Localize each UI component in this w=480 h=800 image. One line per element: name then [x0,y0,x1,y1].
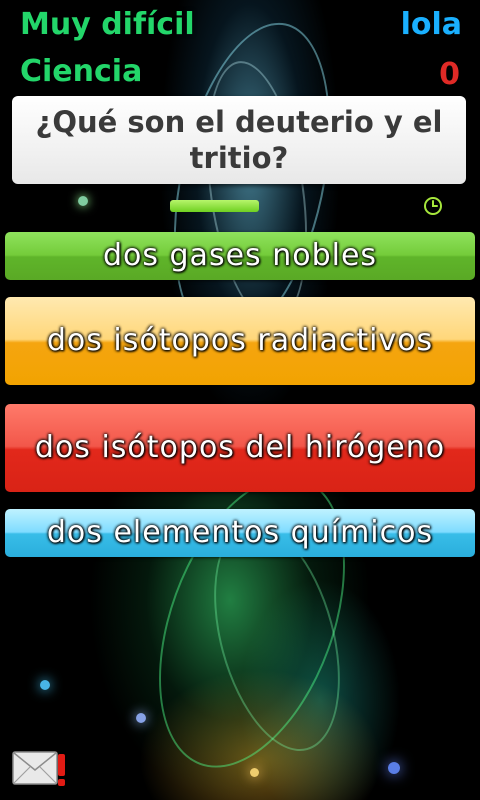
answer-label: dos elementos químicos [46,515,434,550]
question-card: ¿Qué son el deuterio y el tritio? [12,96,466,184]
timer-bar [170,200,259,212]
question-text: ¿Qué son el deuterio y el tritio? [35,105,443,175]
difficulty-label: Muy difícil [20,7,195,42]
answer-label: dos gases nobles [102,238,378,273]
answer-button-2[interactable]: dos isótopos radiactivos [5,297,475,385]
score-value: 0 [439,57,460,92]
answer-button-4[interactable]: dos elementos químicos [5,509,475,557]
answer-label: dos isótopos del hirógeno [34,430,446,465]
mail-alert-icon[interactable] [12,748,68,788]
answer-button-3[interactable]: dos isótopos del hirógeno [5,404,475,492]
answer-label: dos isótopos radiactivos [46,323,434,358]
category-label: Ciencia [20,54,143,89]
player-name: lola [400,7,462,42]
clock-icon [424,197,442,215]
answer-button-1[interactable]: dos gases nobles [5,232,475,280]
